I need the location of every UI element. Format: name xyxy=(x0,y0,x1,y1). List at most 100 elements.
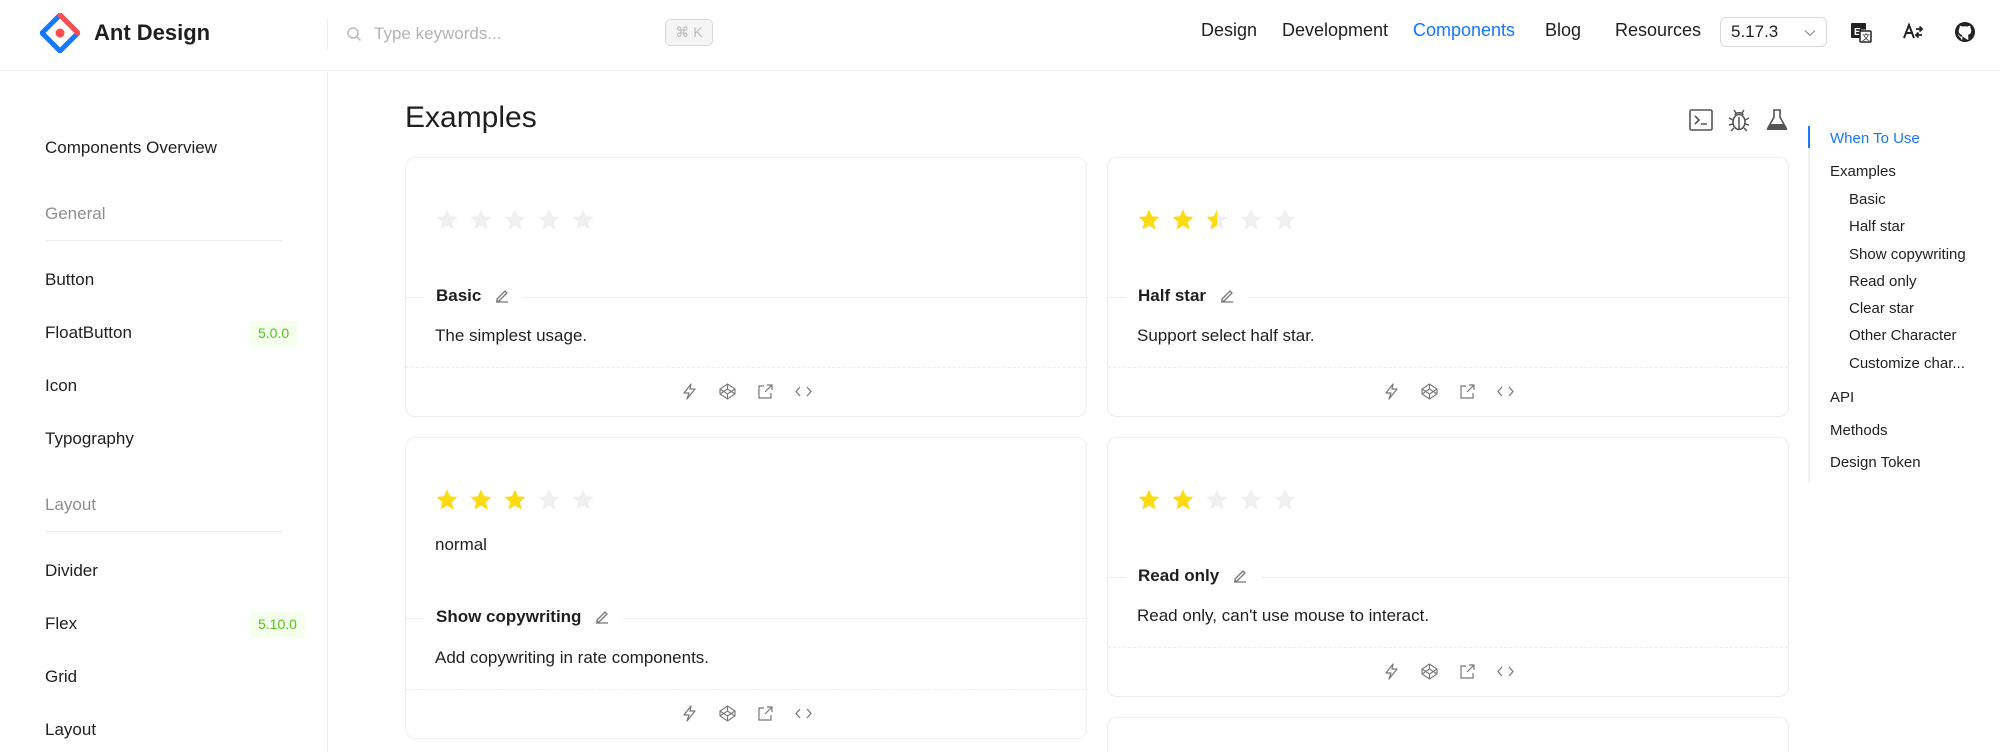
star-icon[interactable] xyxy=(537,208,561,232)
github-icon[interactable] xyxy=(1953,20,1977,44)
sidebar-item-flex[interactable]: Flex xyxy=(45,614,77,634)
experiment-icon[interactable] xyxy=(1764,107,1790,133)
thunderbolt-icon[interactable] xyxy=(1382,662,1401,681)
code-icon[interactable] xyxy=(794,382,813,401)
nav-blog[interactable]: Blog xyxy=(1545,20,1581,41)
star-icon xyxy=(1240,489,1262,510)
edit-icon[interactable] xyxy=(493,287,511,305)
search-input[interactable] xyxy=(374,24,644,44)
star-icon[interactable] xyxy=(435,208,459,232)
edit-icon[interactable] xyxy=(1231,567,1249,585)
left-sidebar: Components Overview General Button Float… xyxy=(0,72,328,752)
card-title-half-star: Half star xyxy=(1126,286,1249,306)
translate-icon[interactable]: En 文 xyxy=(1849,20,1873,44)
codepen-icon[interactable] xyxy=(1420,382,1439,401)
external-link-icon[interactable] xyxy=(756,704,775,723)
text-direction-icon[interactable] xyxy=(1901,20,1925,44)
version-value: 5.17.3 xyxy=(1731,22,1779,41)
codepen-icon[interactable] xyxy=(1420,662,1439,681)
nav-design[interactable]: Design xyxy=(1201,20,1257,41)
toc-item-api[interactable]: API xyxy=(1830,389,1854,406)
code-icon[interactable] xyxy=(1496,382,1515,401)
demo-card-next xyxy=(1107,717,1789,752)
toc-item-show-copywriting[interactable]: Show copywriting xyxy=(1849,246,1966,263)
nav-resources[interactable]: Resources xyxy=(1615,20,1701,41)
star-icon[interactable] xyxy=(1171,208,1195,232)
code-icon[interactable] xyxy=(794,704,813,723)
card-title-show-copywriting: Show copywriting xyxy=(424,607,624,627)
star-icon[interactable] xyxy=(503,488,527,512)
half-star-icon[interactable] xyxy=(1205,208,1229,232)
external-link-icon[interactable] xyxy=(1458,382,1477,401)
star-icon[interactable] xyxy=(1273,208,1297,232)
toc-item-examples[interactable]: Examples xyxy=(1830,163,1896,180)
star-icon[interactable] xyxy=(469,488,493,512)
code-icon[interactable] xyxy=(1496,662,1515,681)
thunderbolt-icon[interactable] xyxy=(1382,382,1401,401)
nav-components[interactable]: Components xyxy=(1413,20,1515,41)
toc-item-when-to-use[interactable]: When To Use xyxy=(1830,130,1920,147)
rate-half-star[interactable] xyxy=(1137,208,1297,232)
card-title-text[interactable]: Basic xyxy=(436,286,481,306)
star-icon[interactable] xyxy=(435,488,459,512)
card-actions xyxy=(406,382,1086,401)
page-title: Examples xyxy=(405,101,537,134)
card-actions xyxy=(1108,662,1788,681)
logo[interactable]: Ant Design xyxy=(40,13,210,53)
edit-icon[interactable] xyxy=(593,608,611,626)
codepen-icon[interactable] xyxy=(718,382,737,401)
thunderbolt-icon[interactable] xyxy=(680,704,699,723)
card-actions-divider xyxy=(1108,367,1788,368)
star-icon[interactable] xyxy=(1137,208,1161,232)
sidebar-item-floatbutton[interactable]: FloatButton xyxy=(45,323,132,343)
terminal-icon[interactable] xyxy=(1688,107,1714,133)
toc-item-customize-character[interactable]: Customize char... xyxy=(1849,355,1965,372)
star-icon[interactable] xyxy=(571,208,595,232)
star-icon[interactable] xyxy=(469,208,493,232)
rate-show-copywriting[interactable] xyxy=(435,488,595,512)
toc-active-indicator xyxy=(1808,126,1810,148)
star-icon[interactable] xyxy=(1239,208,1263,232)
toc-item-design-token[interactable]: Design Token xyxy=(1830,454,1921,471)
sidebar-item-button[interactable]: Button xyxy=(45,270,94,290)
chevron-down-icon xyxy=(1804,30,1816,37)
external-link-icon[interactable] xyxy=(1458,662,1477,681)
toc-item-clear-star[interactable]: Clear star xyxy=(1849,300,1914,317)
search-shortcut: ⌘ K xyxy=(665,19,713,46)
external-link-icon[interactable] xyxy=(756,382,775,401)
codepen-icon[interactable] xyxy=(718,704,737,723)
card-actions xyxy=(1108,382,1788,401)
toc-item-read-only[interactable]: Read only xyxy=(1849,273,1917,290)
version-select[interactable]: 5.17.3 xyxy=(1720,17,1827,47)
demo-card-half-star: Half star Support select half star. xyxy=(1107,157,1789,417)
nav-development[interactable]: Development xyxy=(1282,20,1388,41)
toc-item-basic[interactable]: Basic xyxy=(1849,191,1886,208)
sidebar-item-grid[interactable]: Grid xyxy=(45,667,77,687)
card-title-text[interactable]: Read only xyxy=(1138,566,1219,586)
sidebar-item-icon[interactable]: Icon xyxy=(45,376,77,396)
sidebar-item-components-overview[interactable]: Components Overview xyxy=(45,138,217,158)
toc-item-half-star[interactable]: Half star xyxy=(1849,218,1905,235)
rate-basic[interactable] xyxy=(435,208,595,232)
toc-item-methods[interactable]: Methods xyxy=(1830,422,1888,439)
search-bar[interactable]: ⌘ K xyxy=(346,18,716,50)
sidebar-item-layout[interactable]: Layout xyxy=(45,720,96,740)
star-icon[interactable] xyxy=(571,488,595,512)
card-title-text[interactable]: Show copywriting xyxy=(436,607,581,627)
sidebar-group-layout: Layout xyxy=(45,495,97,514)
card-description: The simplest usage. xyxy=(435,326,588,345)
version-badge: 5.0.0 xyxy=(250,321,298,347)
thunderbolt-icon[interactable] xyxy=(680,382,699,401)
sidebar-item-typography[interactable]: Typography xyxy=(45,429,134,449)
star-icon[interactable] xyxy=(503,208,527,232)
edit-icon[interactable] xyxy=(1218,287,1236,305)
card-title-text[interactable]: Half star xyxy=(1138,286,1206,306)
sidebar-item-divider[interactable]: Divider xyxy=(45,561,98,581)
toc-item-other-character[interactable]: Other Character xyxy=(1849,327,1957,344)
star-icon xyxy=(1138,489,1160,510)
bug-icon[interactable] xyxy=(1726,107,1752,133)
header-divider xyxy=(327,18,328,50)
card-title-read-only: Read only xyxy=(1126,566,1262,586)
star-icon[interactable] xyxy=(537,488,561,512)
star-icon xyxy=(1206,489,1228,510)
